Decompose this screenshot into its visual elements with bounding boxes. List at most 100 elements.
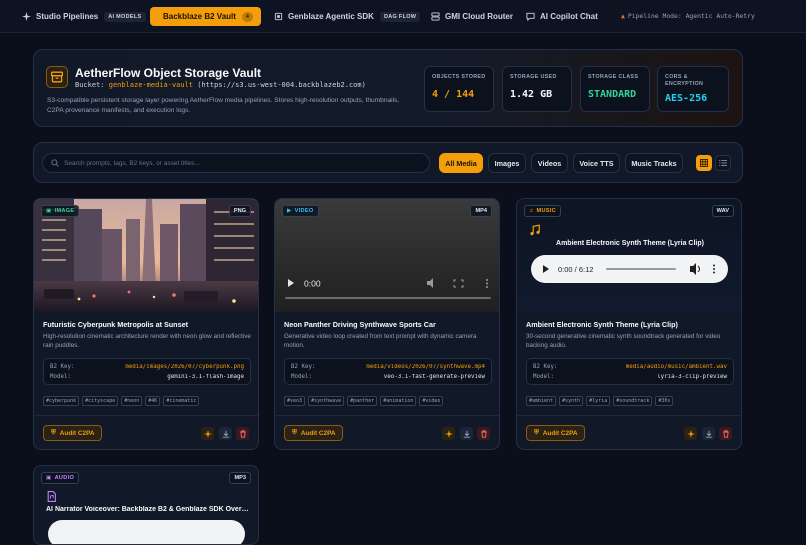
- vault-title: AetherFlow Object Storage Vault: [75, 66, 262, 80]
- sparkles-icon: [444, 429, 453, 438]
- tag-chip[interactable]: #cityscape: [82, 396, 119, 406]
- tab-ai-copilot-chat[interactable]: AI Copilot Chat: [526, 7, 598, 26]
- b2-key-value: media/images/2026/07/cyberpunk.png: [125, 364, 244, 370]
- enhance-button[interactable]: [442, 427, 455, 440]
- model-label: Model:: [533, 374, 554, 380]
- tag-chip[interactable]: #lyria: [586, 396, 611, 406]
- volume-icon: [427, 278, 433, 288]
- filter-chip-all-media[interactable]: All Media: [439, 153, 483, 173]
- audit-c2pa-button[interactable]: ⛨ Audit C2PA: [526, 425, 586, 441]
- grid-view-button[interactable]: [696, 155, 712, 171]
- sparkles-icon: [22, 12, 31, 21]
- tag-chip[interactable]: #4K: [145, 396, 161, 406]
- tag-chip[interactable]: #cyberpunk: [43, 396, 80, 406]
- volume-icon: [690, 263, 696, 275]
- tag-chip[interactable]: #animation: [380, 396, 417, 406]
- stat-objects-stored: OBJECTS STORED 4 / 144: [424, 66, 494, 112]
- delete-button[interactable]: [236, 427, 249, 440]
- download-icon: [222, 430, 229, 438]
- delete-button[interactable]: [477, 427, 490, 440]
- download-icon: [705, 430, 712, 438]
- card-footer-divider: [275, 415, 499, 416]
- trash-icon: [722, 429, 729, 438]
- media-type-tag: ♫ MUSIC: [524, 205, 562, 217]
- delete-button[interactable]: [719, 427, 732, 440]
- filter-chip-voice-tts[interactable]: Voice TTS: [573, 153, 620, 173]
- tab-label: Backblaze B2 Vault: [163, 12, 236, 21]
- audit-label: Audit C2PA: [542, 429, 578, 437]
- pipeline-mode-indicator: ▲ Pipeline Mode: Agentic Auto-Retry: [621, 12, 755, 20]
- enhance-button[interactable]: [684, 427, 697, 440]
- audio-player[interactable]: 0:00 / 6:12: [531, 255, 728, 283]
- filter-chip-music-tracks[interactable]: Music Tracks: [625, 153, 683, 173]
- enhance-button[interactable]: [201, 427, 214, 440]
- audit-c2pa-button[interactable]: ⛨ Audit C2PA: [43, 425, 103, 441]
- cpu-icon: [274, 12, 283, 21]
- filter-chip-videos[interactable]: Videos: [531, 153, 568, 173]
- tag-chip[interactable]: #30s: [655, 396, 674, 406]
- tag-chip[interactable]: #cinematic: [163, 396, 200, 406]
- card-tags: #cyberpunk #cityscape #neon #4K #cinemat…: [43, 396, 200, 406]
- music-icon: ♫: [529, 208, 534, 214]
- tab-studio-pipelines[interactable]: Studio Pipelines AI MODELS: [22, 7, 146, 26]
- stat-value: AES-256: [665, 93, 708, 104]
- shield-icon: ⛨: [51, 429, 56, 436]
- bucket-url: (https://s3.us-west-004.backblazeb2.com): [197, 81, 366, 89]
- media-card-audio[interactable]: ▣ AUDIO MP3 AI Narrator Voiceover: Backbl…: [33, 465, 259, 545]
- vault-bucket: Bucket: genblaze-media-vault (https://s3…: [75, 81, 366, 89]
- voice-file-icon: [47, 491, 56, 502]
- b2-key-label: B2 Key:: [533, 364, 558, 370]
- card-metadata: B2 Key: media/videos/2026/07/synthwave.m…: [284, 358, 492, 385]
- video-progress-track: [285, 297, 491, 299]
- tab-label: AI Copilot Chat: [540, 12, 598, 21]
- stat-value: 1.42 GB: [510, 89, 553, 100]
- media-type-label: IMAGE: [54, 208, 75, 214]
- card-metadata: B2 Key: media/images/2026/07/cyberpunk.p…: [43, 358, 251, 385]
- search-icon: [51, 159, 59, 167]
- sparkles-icon: [203, 429, 212, 438]
- play-icon: [288, 279, 294, 287]
- format-badge: MP3: [229, 472, 251, 484]
- volume-wave-icon: [697, 265, 700, 273]
- tab-badge: 4: [241, 11, 254, 22]
- tab-badge: AI MODELS: [104, 11, 146, 22]
- download-button[interactable]: [460, 427, 473, 440]
- tab-gmi-cloud-router[interactable]: GMI Cloud Router: [431, 7, 513, 26]
- tag-chip[interactable]: #veo3: [284, 396, 306, 406]
- card-description: High-resolution cinematic architecture r…: [43, 333, 251, 349]
- card-footer-divider: [517, 415, 741, 416]
- tag-chip[interactable]: #ambient: [526, 396, 557, 406]
- tag-chip[interactable]: #synth: [559, 396, 584, 406]
- tag-chip[interactable]: #video: [419, 396, 444, 406]
- card-description: Generative video loop created from text …: [284, 333, 477, 349]
- audio-player[interactable]: [48, 520, 245, 544]
- media-card-image[interactable]: ▣ IMAGE PNG Futuristic Cyberpunk Metropol…: [33, 198, 259, 450]
- search-input[interactable]: [64, 159, 424, 167]
- format-badge: WAV: [711, 205, 734, 217]
- music-preview-title: Ambient Electronic Synth Theme (Lyria Cl…: [556, 240, 704, 247]
- stat-storage-used: STORAGE USED 1.42 GB: [502, 66, 572, 112]
- b2-key-label: B2 Key:: [50, 364, 75, 370]
- tag-chip[interactable]: #panther: [347, 396, 378, 406]
- tag-chip[interactable]: #synthwave: [308, 396, 345, 406]
- download-button[interactable]: [702, 427, 715, 440]
- bucket-label: Bucket:: [75, 81, 105, 89]
- card-footer-divider: [34, 415, 258, 416]
- filter-chip-images[interactable]: Images: [488, 153, 526, 173]
- format-badge: MP4: [470, 205, 492, 217]
- tab-genblaze-sdk[interactable]: Genblaze Agentic SDK DAG FLOW: [274, 7, 421, 26]
- audio-time: 0:00 / 6:12: [558, 265, 593, 274]
- stat-label: OBJECTS STORED: [432, 74, 486, 80]
- tag-chip[interactable]: #neon: [121, 396, 143, 406]
- download-button[interactable]: [219, 427, 232, 440]
- tab-backblaze-vault[interactable]: Backblaze B2 Vault 4: [150, 7, 261, 26]
- audit-c2pa-button[interactable]: ⛨ Audit C2PA: [284, 425, 344, 441]
- list-view-button[interactable]: [715, 155, 731, 171]
- sparkles-icon: [686, 429, 695, 438]
- stat-value: 4 / 144: [432, 89, 475, 100]
- media-card-music[interactable]: Ambient Electronic Synth Theme (Lyria Cl…: [516, 198, 742, 450]
- video-time: 0:00: [304, 279, 321, 289]
- media-card-video[interactable]: 0:00 ▶ VIDEO MP4 Neon Panther Driving Syn…: [274, 198, 500, 450]
- tag-chip[interactable]: #soundtrack: [613, 396, 653, 406]
- vault-header: AetherFlow Object Storage Vault Bucket: …: [33, 49, 743, 127]
